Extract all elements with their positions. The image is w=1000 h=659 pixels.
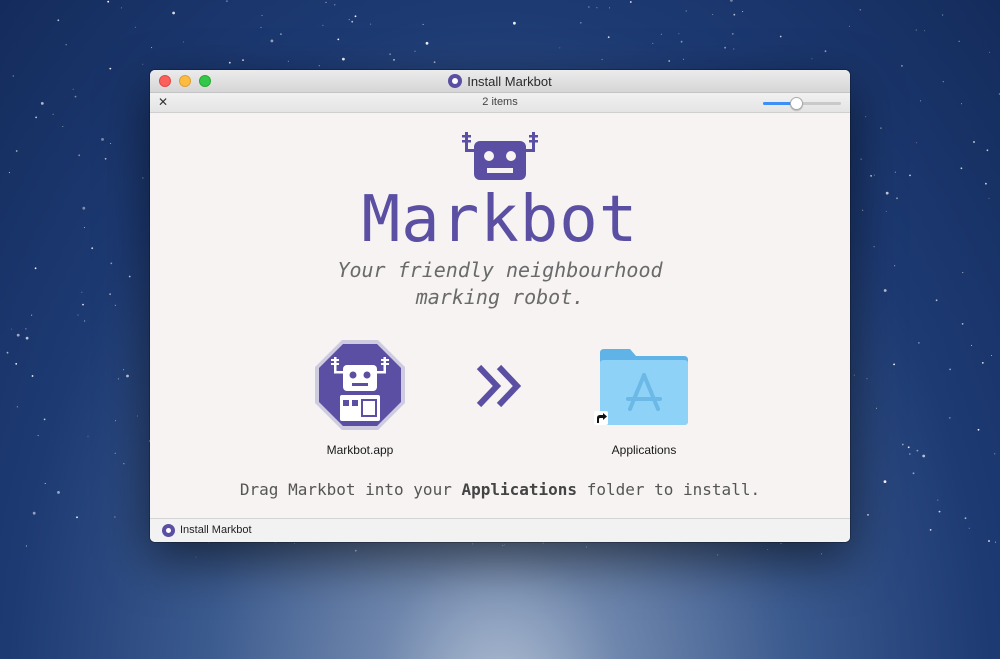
double-chevron-right-icon	[476, 364, 522, 408]
instruction-prefix: Drag Markbot into your	[239, 480, 462, 499]
alias-arrow-icon	[594, 411, 608, 425]
applications-folder-label[interactable]: Applications	[584, 443, 704, 457]
icon-size-slider[interactable]	[763, 97, 841, 110]
tagline: Your friendly neighbourhood marking robo…	[150, 257, 850, 311]
instruction-bold: Applications	[461, 480, 578, 499]
tagline-line-1: Your friendly neighbourhood	[337, 258, 663, 282]
path-bar: Install Markbot	[150, 518, 850, 542]
slider-knob[interactable]	[790, 97, 803, 110]
path-bar-label[interactable]: Install Markbot	[180, 524, 252, 536]
dmg-background: Markbot Your friendly neighbourhood mark…	[150, 113, 850, 518]
applications-folder-icon[interactable]	[596, 343, 692, 431]
toolbar: ✕ 2 items	[150, 93, 850, 113]
tagline-line-2: marking robot.	[415, 285, 585, 309]
finder-window: Install Markbot ✕ 2 items Markbot Your f…	[150, 70, 850, 542]
app-name-heading: Markbot	[361, 183, 639, 257]
items-count: 2 items	[482, 96, 518, 108]
title-bar[interactable]: Install Markbot	[150, 70, 850, 93]
instruction-suffix: folder to install.	[577, 480, 761, 499]
robot-icon	[462, 132, 538, 180]
disk-image-icon[interactable]	[448, 74, 463, 88]
window-title-group: Install Markbot	[150, 70, 850, 92]
window-title: Install Markbot	[467, 73, 552, 89]
disk-image-icon	[162, 524, 175, 537]
markbot-app-icon[interactable]	[312, 337, 408, 433]
markbot-app-label[interactable]: Markbot.app	[300, 443, 420, 457]
install-instruction: Drag Markbot into your Applications fold…	[150, 480, 850, 499]
